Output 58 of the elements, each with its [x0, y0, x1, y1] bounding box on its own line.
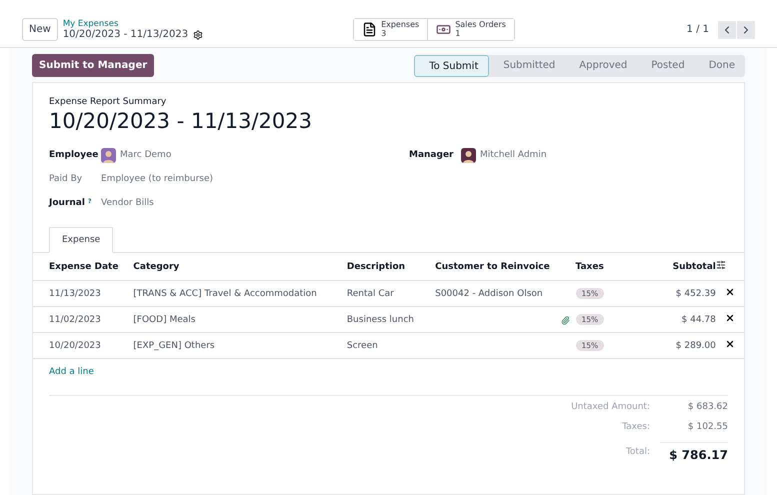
column-header[interactable]: Category [133, 253, 347, 280]
table-cell: 11/13/2023 [33, 280, 134, 306]
field-label: Paid By [49, 174, 82, 184]
field-value: Vendor Bills [101, 198, 154, 208]
paperclip-icon[interactable] [560, 316, 570, 325]
document-icon [362, 22, 378, 37]
notebook-tab[interactable]: Expense [49, 227, 114, 253]
column-header[interactable]: Taxes [576, 253, 646, 280]
table-cell: 11/02/2023 [33, 306, 134, 332]
new-button[interactable]: New [22, 18, 58, 41]
status-step[interactable]: Done [694, 54, 745, 76]
table-cell: [FOOD] Meals [133, 306, 347, 332]
table-cell: [EXP_GEN] Others [133, 332, 347, 358]
field-label: Journal [49, 198, 85, 208]
status-step[interactable]: To Submit [414, 54, 490, 76]
column-settings-icon[interactable] [716, 260, 726, 270]
table-cell: Rental Car [346, 280, 436, 306]
delete-icon[interactable] [724, 313, 735, 323]
delete-icon[interactable] [724, 287, 735, 297]
form-title: 10/20/2023 - 11/13/2023 [49, 109, 314, 133]
help-tooltip-mark[interactable]: ? [88, 198, 92, 208]
column-header[interactable]: Customer to Reinvoice [435, 253, 576, 280]
table-cell: Business lunch [346, 306, 436, 332]
status-step[interactable]: Submitted [489, 54, 566, 76]
field-label: Manager [409, 150, 454, 160]
pager-counter: 1 / 1 [686, 24, 709, 35]
total-value: $ 102.55 [688, 422, 728, 432]
table-cell: $ 44.78 [646, 306, 716, 332]
total-label: Total: [626, 447, 650, 457]
previous-button[interactable] [718, 20, 736, 38]
breadcrumb-link[interactable]: My Expenses [62, 19, 204, 29]
field-label: Employee [49, 150, 98, 160]
record-title: 10/20/2023 - 11/13/2023 [62, 29, 188, 40]
form-subtitle: Expense Report Summary [49, 97, 168, 107]
table-cell: S00042 - Addison Olson [435, 280, 576, 306]
column-header[interactable]: Expense Date [33, 253, 134, 280]
table-cell: $ 289.00 [646, 332, 716, 358]
field-value: Mitchell Admin [480, 150, 547, 160]
column-header[interactable]: Description [346, 253, 436, 280]
table-cell: [TRANS & ACC] Travel & Accommodation [133, 280, 347, 306]
table-cell: 10/20/2023 [33, 332, 134, 358]
delete-icon[interactable] [724, 339, 735, 349]
table-cell: $ 452.39 [646, 280, 716, 306]
banknote-icon [436, 22, 452, 37]
status-step[interactable]: Approved [565, 54, 638, 76]
total-value: $ 786.17 [660, 442, 728, 462]
add-line-link[interactable]: Add a line [49, 360, 94, 384]
settings-icon[interactable] [193, 30, 204, 40]
total-label: Taxes: [622, 422, 650, 432]
column-header[interactable]: Subtotal [646, 253, 716, 280]
field-value: Marc Demo [120, 150, 172, 160]
total-label: Untaxed Amount: [571, 402, 650, 412]
smart-button[interactable]: Expenses 3 [354, 18, 428, 40]
status-step[interactable]: Posted [637, 54, 695, 76]
table-cell: Screen [346, 332, 436, 358]
total-value: $ 683.62 [688, 402, 728, 412]
next-button[interactable] [737, 20, 755, 38]
submit-button[interactable]: Submit to Manager [32, 54, 154, 77]
